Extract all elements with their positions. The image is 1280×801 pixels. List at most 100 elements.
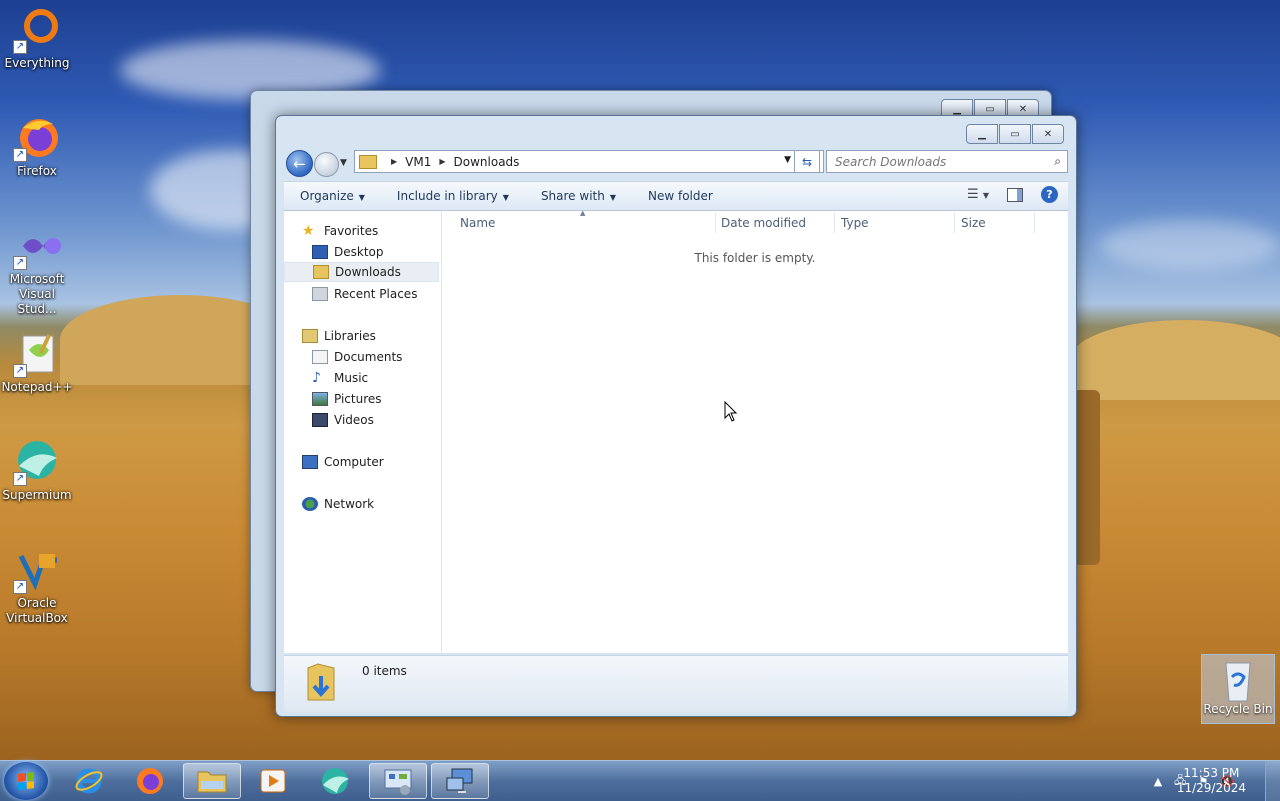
breadcrumb-separator-icon[interactable]: ▶ — [439, 157, 445, 166]
help-button[interactable]: ? — [1041, 186, 1058, 203]
breadcrumb-separator-icon[interactable]: ▶ — [391, 157, 397, 166]
desktop-icon-label: Notepad++ — [1, 380, 73, 394]
include-in-library-button[interactable]: Include in library ▼ — [381, 189, 525, 203]
nav-downloads[interactable]: Downloads — [284, 262, 439, 282]
search-box[interactable]: ⌕ — [826, 150, 1068, 173]
organize-button[interactable]: Organize ▼ — [284, 189, 381, 203]
refresh-icon: ⇆ — [801, 154, 813, 169]
new-folder-button[interactable]: New folder — [632, 189, 729, 203]
explorer-window[interactable]: ▁ ▭ ✕ ← ▼ ▶ VM1 ▶ Downloads ▼ ⇆ ⌕ Organi… — [275, 115, 1077, 717]
column-header-size[interactable]: Size — [961, 211, 986, 235]
maximize-button[interactable]: ▭ — [999, 124, 1031, 144]
include-in-library-label: Include in library — [396, 189, 498, 203]
minimize-icon: ▁ — [978, 128, 986, 140]
nav-label: Computer — [324, 455, 384, 469]
nav-desktop[interactable]: Desktop — [312, 242, 384, 262]
close-icon: ✕ — [1018, 103, 1028, 115]
taskbar-control-panel[interactable] — [369, 763, 427, 799]
column-header-date-modified[interactable]: Date modified — [721, 211, 806, 235]
recent-pages-dropdown[interactable]: ▼ — [340, 158, 347, 168]
music-icon: ♪ — [312, 370, 321, 386]
file-list[interactable]: Name ▲ Date modified Type Size This fold… — [442, 209, 1068, 653]
chevron-down-icon: ▼ — [609, 193, 616, 202]
nav-label: Libraries — [324, 329, 376, 343]
change-view-button[interactable]: ☰ ▼ — [967, 187, 989, 202]
sort-ascending-icon: ▲ — [580, 209, 586, 217]
folder-icon — [197, 771, 227, 793]
system-clock[interactable]: 11:53 PM 11/29/2024 — [1177, 766, 1246, 796]
minimize-button[interactable]: ▁ — [966, 124, 998, 144]
breadcrumb-vm1[interactable]: VM1 — [405, 155, 431, 169]
downloads-folder-large-icon — [304, 662, 338, 704]
desktop-icon-visual-studio[interactable]: ↗ Microsoft Visual Stud... — [0, 222, 74, 317]
nav-documents[interactable]: Documents — [312, 347, 402, 367]
address-history-dropdown-icon[interactable]: ▼ — [784, 155, 791, 165]
nav-label: Recent Places — [334, 287, 418, 301]
desktop-icon-label: Firefox — [17, 164, 57, 178]
navigation-pane[interactable]: ★ Favorites Desktop Downloads Recent Plac… — [284, 211, 442, 653]
nav-network[interactable]: Network — [302, 494, 374, 514]
forward-button[interactable] — [314, 152, 339, 177]
nav-label: Pictures — [334, 392, 382, 406]
close-button[interactable]: ✕ — [1032, 124, 1064, 144]
taskbar-windows-explorer[interactable] — [183, 763, 241, 799]
minimize-icon: ▁ — [953, 103, 961, 115]
back-button[interactable]: ← — [286, 150, 313, 177]
supermium-icon: ↗ — [13, 438, 61, 486]
nav-label: Videos — [334, 413, 374, 427]
column-divider[interactable] — [715, 213, 716, 233]
maximize-icon: ▭ — [1010, 128, 1020, 140]
column-header-name[interactable]: Name — [460, 211, 495, 235]
nav-libraries[interactable]: Libraries — [302, 326, 376, 346]
desktop-icon-virtualbox[interactable]: ↗ Oracle VirtualBox — [0, 546, 74, 626]
nav-computer[interactable]: Computer — [302, 452, 384, 472]
desktop-icon-supermium[interactable]: ↗ Supermium — [0, 438, 74, 503]
breadcrumb-downloads[interactable]: Downloads — [454, 155, 520, 169]
network-icon — [302, 497, 318, 511]
videos-icon — [312, 413, 328, 427]
nav-recent-places[interactable]: Recent Places — [312, 284, 417, 304]
virtualbox-icon: ↗ — [13, 546, 61, 594]
column-divider[interactable] — [834, 213, 835, 233]
shortcut-arrow-icon: ↗ — [13, 256, 27, 270]
taskbar-firefox[interactable] — [121, 763, 179, 799]
nav-favorites[interactable]: ★ Favorites — [302, 221, 378, 241]
column-header-type[interactable]: Type — [841, 211, 869, 235]
chevron-down-icon: ▼ — [358, 193, 365, 202]
show-hidden-icons-button[interactable]: ▲ — [1154, 775, 1162, 788]
address-bar[interactable]: ▶ VM1 ▶ Downloads ▼ — [354, 150, 824, 173]
taskbar-remote-desktop[interactable] — [431, 763, 489, 799]
desktop-icon-label: Oracle VirtualBox — [6, 596, 68, 625]
show-desktop-button[interactable] — [1265, 761, 1280, 801]
desktop-icon-firefox[interactable]: ↗ Firefox — [0, 114, 74, 179]
search-icon[interactable]: ⌕ — [1054, 154, 1061, 169]
supermium-icon — [322, 768, 349, 794]
share-with-button[interactable]: Share with ▼ — [525, 189, 632, 203]
internet-explorer-icon — [75, 768, 103, 794]
column-divider[interactable] — [1034, 213, 1035, 233]
empty-folder-message: This folder is empty. — [694, 251, 816, 265]
taskbar-media-player[interactable] — [244, 763, 302, 799]
preview-pane-button[interactable] — [1007, 187, 1023, 202]
everything-icon: ↗ — [13, 6, 61, 54]
search-input[interactable] — [833, 153, 1047, 170]
taskbar-supermium[interactable] — [306, 763, 364, 799]
desktop-icon-label: Microsoft Visual Stud... — [9, 272, 65, 316]
desktop-icon-notepad-plus-plus[interactable]: ↗ Notepad++ — [0, 330, 74, 395]
close-icon: ✕ — [1043, 128, 1053, 140]
desktop-icon-recycle-bin[interactable]: Recycle Bin — [1201, 654, 1275, 724]
start-button[interactable] — [4, 762, 48, 800]
column-divider[interactable] — [954, 213, 955, 233]
desktop-icon-label: Recycle Bin — [1203, 702, 1273, 716]
nav-music[interactable]: ♪ Music — [312, 368, 368, 388]
desktop-icon-everything[interactable]: ↗ Everything — [0, 6, 74, 71]
visual-studio-icon: ↗ — [13, 222, 61, 270]
command-bar: Organize ▼ Include in library ▼ Share with… — [284, 181, 1068, 211]
item-count: 0 items — [362, 664, 407, 678]
nav-pictures[interactable]: Pictures — [312, 389, 382, 409]
refresh-button[interactable]: ⇆ — [794, 150, 820, 173]
organize-label: Organize — [300, 189, 354, 203]
taskbar-internet-explorer[interactable] — [60, 763, 118, 799]
nav-videos[interactable]: Videos — [312, 410, 374, 430]
star-icon: ★ — [302, 223, 315, 239]
